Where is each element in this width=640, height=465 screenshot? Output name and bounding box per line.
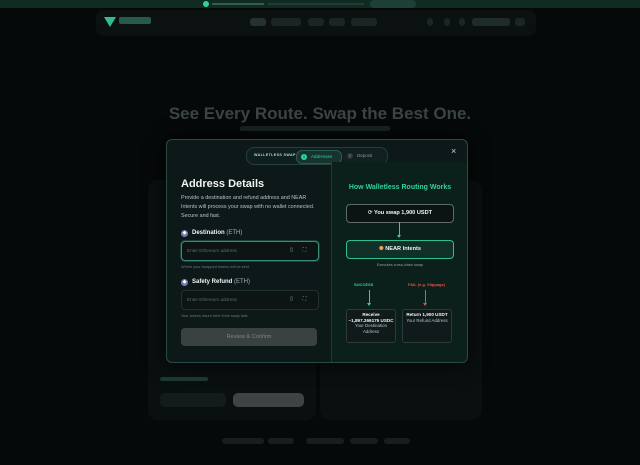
near-icon: ✺	[379, 246, 384, 252]
routing-explainer-panel: How Walletless Routing Works ⟳ You swap …	[331, 162, 467, 362]
stepper-brand: WALLETLESS SWAP	[254, 153, 296, 157]
fail-arrow	[425, 290, 426, 304]
logo-wordmark[interactable]	[119, 17, 151, 24]
footer-item[interactable]	[268, 438, 294, 444]
step-number: 2	[347, 153, 353, 159]
destination-address-input[interactable]: Enter Ethereum address ▯ ⛶	[181, 241, 319, 261]
step-number: 1	[301, 154, 307, 160]
success-result-sub: Your Destination Address	[354, 323, 388, 334]
walletless-link[interactable]	[160, 377, 208, 381]
connect-wallet-button[interactable]	[160, 393, 226, 407]
near-intents-label: NEAR Intents	[385, 246, 421, 252]
step-label: Deposit	[357, 153, 373, 158]
near-intents-text: ✺ NEAR Intents	[347, 246, 453, 252]
destination-label: Destination (ETH)	[192, 230, 242, 236]
arrow-head-icon	[367, 303, 371, 306]
scan-icon[interactable]: ⛶	[301, 247, 308, 254]
arrow-head-icon	[397, 235, 401, 238]
banner-text-placeholder	[268, 3, 364, 5]
settings-icon[interactable]	[427, 18, 433, 26]
modal-title: Address Details	[181, 178, 265, 190]
success-result-box: Receive ~1,897.266175 USDC Your Destinat…	[346, 309, 396, 343]
destination-label-text: Destination	[192, 230, 225, 236]
success-result-main: Receive ~1,897.266175 USDC	[348, 312, 394, 323]
swap-button[interactable]	[233, 393, 304, 407]
fail-result-box: Return 1,900 USDT Your Refund Address	[402, 309, 452, 343]
routing-title: How Walletless Routing Works	[348, 184, 452, 191]
swap-step-box: ⟳ You swap 1,900 USDT	[346, 204, 454, 223]
refund-chain: (ETH)	[234, 279, 251, 285]
connect-wallet-nav-button[interactable]	[472, 18, 510, 26]
swap-step-text: ⟳ You swap 1,900 USDT	[347, 210, 453, 216]
success-arrow	[369, 290, 370, 304]
step-deposit[interactable]: 2 Deposit	[342, 150, 384, 162]
close-icon[interactable]: ×	[451, 147, 456, 156]
nav-item[interactable]	[351, 18, 377, 26]
nav-item[interactable]	[271, 18, 301, 26]
theme-icon[interactable]	[444, 18, 450, 26]
destination-chain: (ETH)	[226, 230, 243, 236]
flow-arrow	[399, 222, 400, 236]
nav-item[interactable]	[329, 18, 345, 26]
fail-result-sub: Your Refund Address	[406, 317, 448, 323]
footer-item[interactable]	[222, 438, 264, 444]
refund-label: Safety Refund (ETH)	[192, 279, 250, 285]
hero-title: See Every Route. Swap the Best One.	[168, 104, 472, 123]
refund-label-text: Safety Refund	[192, 279, 233, 285]
paste-icon[interactable]: ▯	[288, 247, 295, 254]
success-label: SUCCESS	[354, 282, 374, 287]
ethereum-icon: ◆	[181, 279, 188, 286]
address-form-panel: Address Details Provide a destination an…	[167, 162, 331, 362]
destination-hint: Where your swapped tokens will be sent	[181, 265, 249, 269]
review-confirm-button[interactable]: Review & Confirm	[181, 328, 317, 346]
fail-label: FAIL (e.g. Slippage)	[408, 282, 446, 287]
menu-icon[interactable]	[515, 18, 525, 26]
hero-subtitle-placeholder	[240, 126, 390, 131]
address-details-modal: WALLETLESS SWAP 1 Addresses 2 Deposit × …	[166, 139, 468, 363]
step-label: Addresses	[311, 154, 333, 159]
destination-placeholder: Enter Ethereum address	[187, 248, 237, 253]
executes-text: Executes cross-chain swap	[376, 263, 423, 267]
profile-icon[interactable]	[459, 18, 465, 26]
swap-step-label: You swap 1,900 USDT	[374, 210, 433, 216]
banner-status-icon	[203, 1, 209, 7]
footer-item[interactable]	[350, 438, 378, 444]
footer-item[interactable]	[306, 438, 344, 444]
refund-address-input[interactable]: Enter Ethereum address ▯ ⛶	[181, 290, 319, 310]
ethereum-icon: ◆	[181, 230, 188, 237]
nav-item[interactable]	[308, 18, 324, 26]
footer-item[interactable]	[384, 438, 410, 444]
modal-description: Provide a destination and refund address…	[181, 195, 315, 219]
scan-icon[interactable]: ⛶	[301, 296, 308, 303]
fail-result-main: Return 1,900 USDT	[406, 312, 448, 317]
arrow-head-icon	[423, 303, 427, 306]
refund-hint: Your tokens return here if the swap fail…	[181, 314, 248, 318]
paste-icon[interactable]: ▯	[288, 296, 295, 303]
banner-text-placeholder	[212, 3, 264, 5]
banner-button[interactable]	[370, 0, 416, 8]
refresh-icon: ⟳	[367, 210, 373, 216]
nav-item[interactable]	[250, 18, 266, 26]
near-intents-box: ✺ NEAR Intents	[346, 240, 454, 259]
refund-placeholder: Enter Ethereum address	[187, 297, 237, 302]
